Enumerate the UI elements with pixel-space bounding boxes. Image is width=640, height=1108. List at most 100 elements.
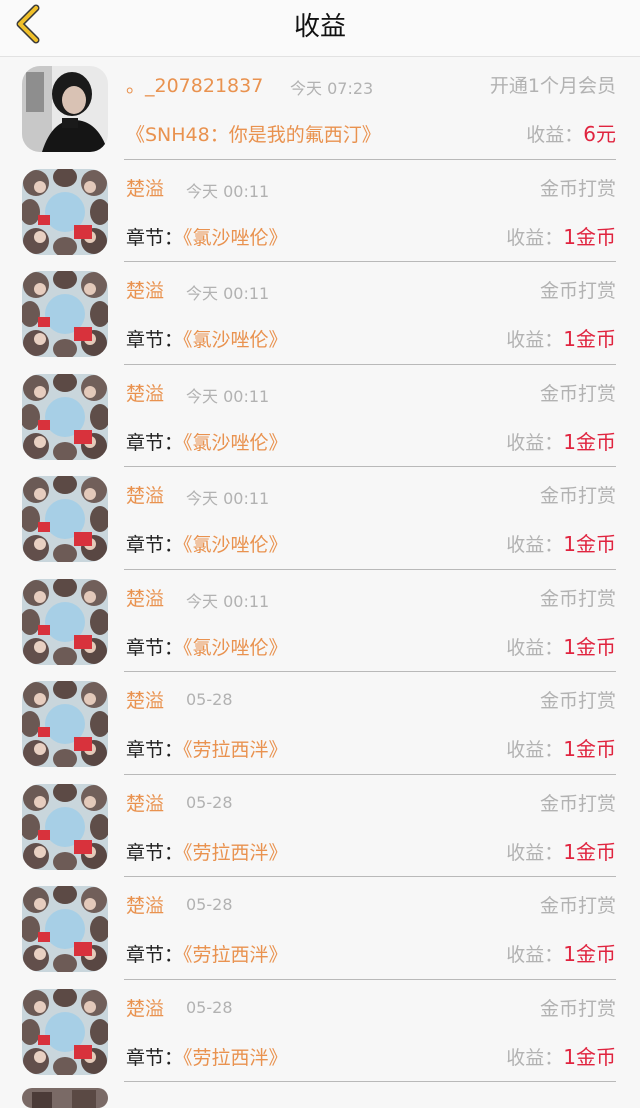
row-content: 楚溢 05-28 金币打赏章节：《劳拉西泮》 收益：1金币 bbox=[124, 980, 616, 1082]
income: 收益：1金币 bbox=[506, 1041, 616, 1070]
navigation-bar: 收益 bbox=[0, 0, 640, 57]
income-label: 收益： bbox=[506, 944, 564, 966]
income: 收益：1金币 bbox=[506, 528, 616, 557]
user-name[interactable]: 楚溢 bbox=[126, 789, 164, 816]
list-item[interactable]: 楚溢 05-28 金币打赏章节：《劳拉西泮》 收益：1金币 bbox=[0, 672, 640, 775]
avatar[interactable] bbox=[22, 66, 108, 152]
timestamp: 05-28 bbox=[186, 690, 233, 709]
row-content: 楚溢 今天 00:11 金币打赏 章节：《氯沙唑伦》 收益：1金币 bbox=[124, 570, 616, 672]
user-name[interactable]: 楚溢 bbox=[126, 584, 164, 611]
income-label: 收益： bbox=[506, 1046, 564, 1069]
income-type: 金币打赏 bbox=[539, 690, 616, 712]
income: 收益：1金币 bbox=[506, 323, 616, 352]
income-label: 收益： bbox=[506, 739, 564, 761]
avatar[interactable] bbox=[22, 476, 108, 562]
chapter-title[interactable]: 《劳拉西泮》 bbox=[183, 739, 288, 761]
avatar[interactable] bbox=[22, 681, 108, 767]
chapter-line: 章节：《氯沙唑伦》 bbox=[126, 223, 288, 250]
user-name[interactable]: 楚溢 bbox=[126, 994, 164, 1021]
page-title: 收益 bbox=[293, 12, 346, 42]
income-type: 开通1个月会员 bbox=[489, 75, 616, 97]
list-item[interactable]: 楚溢 05-28 金币打赏章节：《劳拉西泮》 收益：1金币 bbox=[0, 980, 640, 1082]
timestamp: 今天 00:11 bbox=[186, 591, 270, 611]
chapter-title[interactable]: 《氯沙唑伦》 bbox=[183, 637, 288, 659]
chapter-title[interactable]: 《氯沙唑伦》 bbox=[183, 534, 288, 556]
user-name[interactable]: 楚溢 bbox=[126, 174, 164, 201]
avatar[interactable] bbox=[22, 168, 108, 255]
income: 收益：1金币 bbox=[506, 426, 616, 455]
income-label: 收益： bbox=[506, 329, 564, 351]
income-type: 金币打赏 bbox=[539, 792, 616, 815]
list-item[interactable]: 楚溢 今天 00:11 金币打赏 章节：《氯沙唑伦》 收益：1金币 bbox=[0, 570, 640, 672]
chapter-line: 章节：《氯沙唑伦》 bbox=[126, 633, 288, 660]
timestamp: 05-28 bbox=[186, 792, 233, 812]
list-item[interactable]: 楚溢 05-28 金币打赏章节：《劳拉西泮》 收益：1金币 bbox=[0, 775, 640, 877]
user-name[interactable]: 楚溢 bbox=[126, 891, 164, 918]
avatar[interactable] bbox=[22, 373, 108, 460]
income-value: 1金币 bbox=[563, 1044, 616, 1069]
chapter-title[interactable]: 《氯沙唑伦》 bbox=[183, 227, 288, 249]
chapter-label: 章节： bbox=[126, 226, 184, 249]
chapter-label: 章节： bbox=[126, 841, 184, 864]
income: 收益：1金币 bbox=[506, 631, 616, 660]
income: 收益：6元 bbox=[526, 118, 616, 147]
chapter-title[interactable]: 《劳拉西泮》 bbox=[183, 944, 288, 966]
income-value: 1金币 bbox=[563, 429, 616, 454]
row-content: 楚溢 05-28 金币打赏章节：《劳拉西泮》 收益：1金币 bbox=[124, 877, 616, 980]
chapter-title[interactable]: 《劳拉西泮》 bbox=[183, 842, 288, 864]
avatar[interactable] bbox=[22, 783, 108, 870]
income-list: 。_207821837 今天 07:23 开通1个月会员 《SNH48：你是我的氟西汀… bbox=[0, 57, 640, 1082]
chapter-label: 章节： bbox=[126, 739, 184, 761]
list-item[interactable]: 楚溢 今天 00:11 金币打赏 章节：《氯沙唑伦》 收益：1金币 bbox=[0, 262, 640, 365]
list-item[interactable]: 楚溢 今天 00:11 金币打赏 章节：《氯沙唑伦》 收益：1金币 bbox=[0, 365, 640, 467]
timestamp: 今天 00:11 bbox=[186, 386, 270, 406]
income-label: 收益： bbox=[506, 841, 564, 864]
user-name[interactable]: 楚溢 bbox=[126, 276, 164, 303]
user-name[interactable]: 楚溢 bbox=[126, 481, 164, 508]
list-item[interactable]: 楚溢 今天 00:11 金币打赏章节：《氯沙唑伦》 收益：1金币 bbox=[0, 467, 640, 570]
income: 收益：1金币 bbox=[506, 938, 616, 967]
income-type: 金币打赏 bbox=[539, 485, 616, 507]
income-value: 1金币 bbox=[563, 634, 616, 659]
list-item[interactable]: 。_207821837 今天 07:23 开通1个月会员 《SNH48：你是我的氟西汀… bbox=[0, 57, 640, 160]
income-type: 金币打赏 bbox=[539, 895, 616, 917]
row-content: 楚溢 05-28 金币打赏章节：《劳拉西泮》 收益：1金币 bbox=[124, 775, 616, 877]
chapter-line: 章节：《氯沙唑伦》 bbox=[126, 530, 288, 557]
chapter-label: 章节： bbox=[126, 636, 184, 659]
income-value: 1金币 bbox=[563, 327, 616, 351]
user-name[interactable]: 楚溢 bbox=[126, 686, 164, 713]
chapter-title[interactable]: 《氯沙唑伦》 bbox=[183, 329, 288, 351]
chapter-line: 章节：《劳拉西泮》 bbox=[126, 735, 288, 762]
income-type: 金币打赏 bbox=[539, 382, 616, 405]
chapter-label: 章节： bbox=[126, 329, 184, 351]
avatar[interactable] bbox=[22, 886, 108, 972]
chapter-line: 章节：《劳拉西泮》 bbox=[126, 940, 288, 967]
income: 收益：1金币 bbox=[506, 733, 616, 762]
income-label: 收益： bbox=[506, 431, 564, 454]
avatar[interactable] bbox=[22, 578, 108, 665]
timestamp: 05-28 bbox=[186, 895, 233, 914]
avatar-partial bbox=[22, 1088, 108, 1108]
avatar[interactable] bbox=[22, 271, 108, 357]
user-name[interactable]: 。_207821837 bbox=[126, 71, 263, 98]
user-name[interactable]: 楚溢 bbox=[126, 379, 164, 406]
chapter-title[interactable]: 《劳拉西泮》 bbox=[183, 1047, 288, 1069]
chapter-line: 章节：《劳拉西泮》 bbox=[126, 838, 288, 865]
income-label: 收益： bbox=[526, 124, 584, 146]
row-content: 。_207821837 今天 07:23 开通1个月会员 《SNH48：你是我的氟西汀… bbox=[124, 57, 616, 160]
income-value: 1金币 bbox=[563, 839, 616, 864]
chapter-title[interactable]: 《氯沙唑伦》 bbox=[183, 432, 288, 454]
chapter-title[interactable]: 《SNH48：你是我的氟西汀》 bbox=[126, 124, 381, 146]
income-type: 金币打赏 bbox=[539, 997, 616, 1020]
chapter-label: 章节： bbox=[126, 1046, 184, 1069]
list-item[interactable]: 楚溢 05-28 金币打赏章节：《劳拉西泮》 收益：1金币 bbox=[0, 877, 640, 980]
income-value: 6元 bbox=[583, 122, 616, 146]
timestamp: 05-28 bbox=[186, 997, 233, 1017]
timestamp: 今天 00:11 bbox=[186, 489, 270, 508]
row-content: 楚溢 05-28 金币打赏章节：《劳拉西泮》 收益：1金币 bbox=[124, 672, 616, 775]
row-content: 楚溢 今天 00:11 金币打赏 章节：《氯沙唑伦》 收益：1金币 bbox=[124, 365, 616, 467]
chapter-label: 章节： bbox=[126, 534, 184, 556]
avatar[interactable] bbox=[22, 988, 108, 1075]
list-item[interactable]: 楚溢 今天 00:11 金币打赏 章节：《氯沙唑伦》 收益：1金币 bbox=[0, 160, 640, 262]
income-value: 1金币 bbox=[563, 737, 616, 761]
